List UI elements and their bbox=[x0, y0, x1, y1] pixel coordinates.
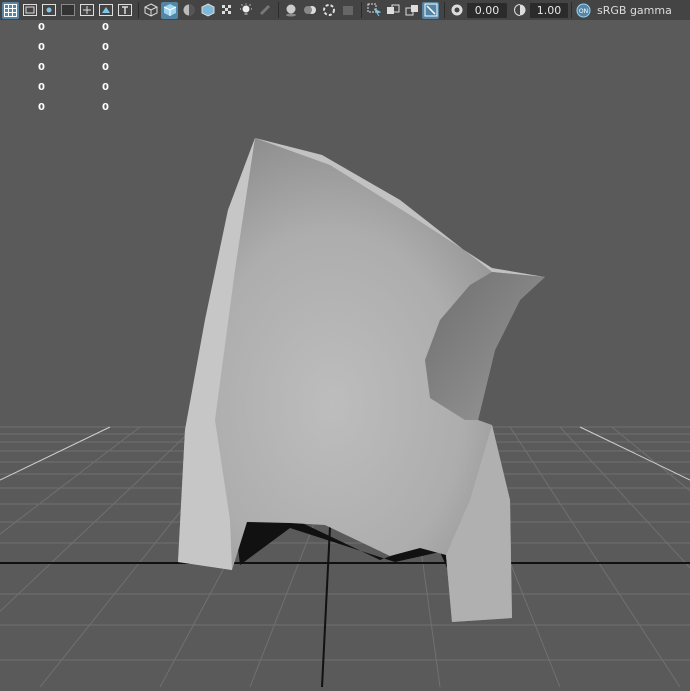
textured-icon[interactable] bbox=[218, 2, 235, 19]
safe-title-icon[interactable] bbox=[116, 2, 133, 19]
shadows-icon[interactable] bbox=[256, 2, 273, 19]
resolution-gate-icon[interactable] bbox=[40, 2, 57, 19]
hud-value-right: 0 bbox=[102, 102, 109, 113]
hud-value-right: 0 bbox=[102, 22, 109, 33]
xray-active-components-icon[interactable] bbox=[403, 2, 420, 19]
toolbar-separator bbox=[444, 2, 445, 18]
toolbar-separator bbox=[571, 2, 572, 18]
hud-value-left: 0 bbox=[38, 22, 45, 33]
hud-row: 0 0 bbox=[0, 60, 200, 80]
viewport-scene[interactable] bbox=[0, 20, 690, 688]
hud-value-right: 0 bbox=[102, 82, 109, 93]
use-all-lights-icon[interactable] bbox=[237, 2, 254, 19]
xray-icon[interactable] bbox=[384, 2, 401, 19]
gamma-icon[interactable] bbox=[511, 2, 528, 19]
perspective-viewport[interactable] bbox=[0, 20, 690, 688]
hud-row: 0 0 bbox=[0, 20, 200, 40]
hud-value-right: 0 bbox=[102, 42, 109, 53]
xray-joints-icon[interactable] bbox=[422, 1, 439, 19]
hud-value-left: 0 bbox=[38, 82, 45, 93]
toolbar-separator bbox=[278, 2, 279, 18]
color-space-label[interactable]: sRGB gamma bbox=[597, 4, 672, 17]
hud-value-left: 0 bbox=[38, 62, 45, 73]
default-material-icon[interactable] bbox=[180, 2, 197, 19]
field-chart-icon[interactable] bbox=[78, 2, 95, 19]
toolbar-separator bbox=[138, 2, 139, 18]
viewport-toolbar: 0.00 1.00 ON sRGB gamma bbox=[0, 0, 690, 20]
safe-action-icon[interactable] bbox=[97, 2, 114, 19]
toolbar-separator bbox=[361, 2, 362, 18]
isolate-select-icon[interactable] bbox=[365, 2, 382, 19]
grid-icon[interactable] bbox=[2, 1, 19, 19]
svg-text:ON: ON bbox=[579, 8, 588, 15]
film-gate-icon[interactable] bbox=[21, 2, 38, 19]
screen-space-ao-icon[interactable] bbox=[282, 2, 299, 19]
color-management-on-icon[interactable]: ON bbox=[575, 2, 592, 19]
gate-mask-icon[interactable] bbox=[59, 2, 76, 19]
smooth-shade-icon[interactable] bbox=[161, 1, 178, 19]
hud-row: 0 0 bbox=[0, 100, 200, 120]
gamma-field[interactable]: 1.00 bbox=[530, 2, 568, 18]
wireframe-icon[interactable] bbox=[142, 2, 159, 19]
shaded-wireframe-icon[interactable] bbox=[199, 2, 216, 19]
exposure-icon[interactable] bbox=[448, 2, 465, 19]
exposure-field[interactable]: 0.00 bbox=[467, 2, 507, 18]
hud-row: 0 0 bbox=[0, 40, 200, 60]
hud-value-left: 0 bbox=[38, 42, 45, 53]
hud-value-left: 0 bbox=[38, 102, 45, 113]
mesh-object[interactable] bbox=[178, 138, 545, 622]
hud-row: 0 0 bbox=[0, 80, 200, 100]
hud-value-right: 0 bbox=[102, 62, 109, 73]
motion-blur-icon[interactable] bbox=[301, 2, 318, 19]
multisample-aa-icon[interactable] bbox=[320, 2, 337, 19]
depth-of-field-icon[interactable] bbox=[339, 2, 356, 19]
